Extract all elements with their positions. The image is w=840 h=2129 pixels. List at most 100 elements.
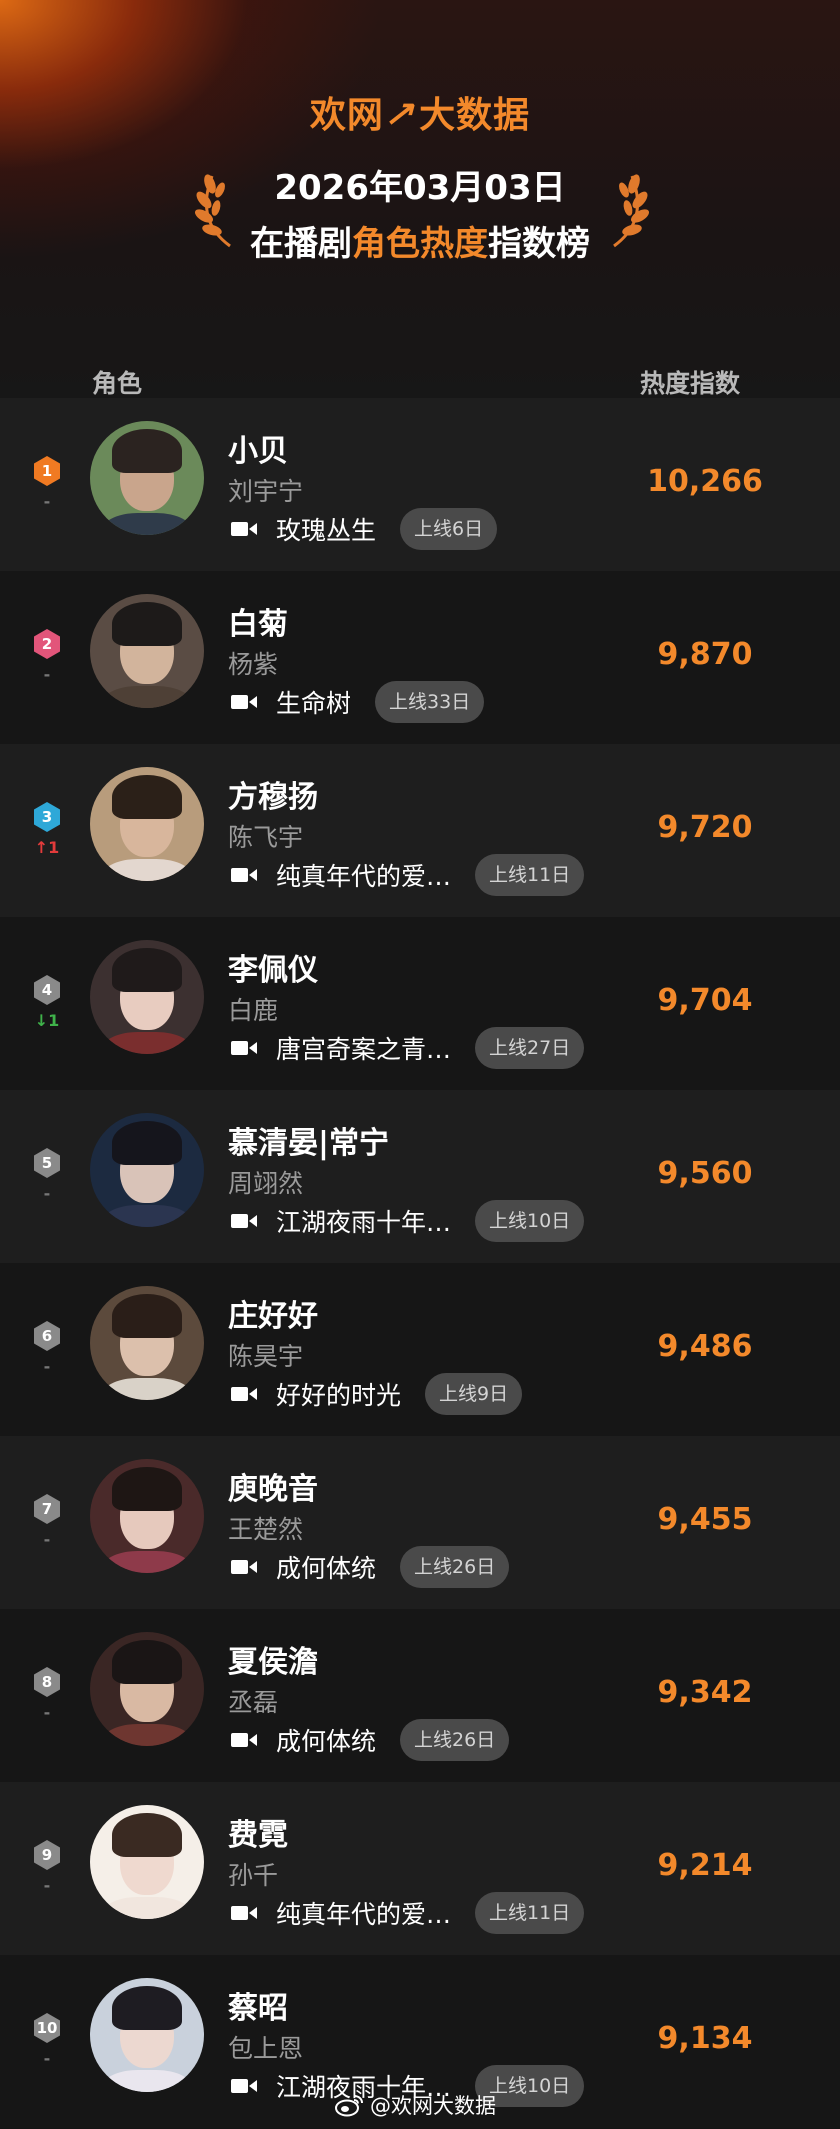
ranking-row[interactable]: 6 - 庄好好 陈昊宇 好好的时光 上线9日 9,486: [0, 1263, 840, 1436]
online-days-badge: 上线26日: [400, 1546, 510, 1588]
heat-index-score: 10,266: [647, 464, 763, 499]
brand-name: 欢网: [309, 95, 384, 136]
rank-number: 8: [41, 1673, 53, 1691]
column-header-index: 热度指数: [640, 369, 741, 398]
actor-name: 陈飞宇: [228, 823, 304, 852]
heat-index-score: 9,560: [657, 1156, 753, 1191]
ranking-row[interactable]: 8 - 夏侯澹 丞磊 成何体统 上线26日 9,342: [0, 1609, 840, 1782]
online-days-badge: 上线26日: [400, 1719, 510, 1761]
online-days-badge: 上线6日: [400, 508, 498, 550]
character-name: 费霓: [228, 1818, 288, 1853]
rank-change: -: [43, 1357, 51, 1376]
rank-number: 5: [41, 1154, 53, 1172]
drama-title: 唐宫奇案之青…: [276, 1035, 452, 1064]
rank-number: 6: [41, 1327, 53, 1345]
heat-index-score: 9,342: [657, 1675, 753, 1710]
avatar: [90, 1113, 204, 1227]
drama-info: 纯真年代的爱… 上线11日: [230, 854, 585, 896]
column-header-role: 角色: [92, 369, 143, 398]
character-name: 庾晚音: [228, 1472, 318, 1507]
avatar: [90, 1286, 204, 1400]
character-name: 方穆扬: [228, 780, 318, 815]
avatar: [90, 1632, 204, 1746]
heat-index-score: 9,720: [657, 810, 753, 845]
heat-index-score: 9,214: [657, 1848, 753, 1883]
rank-number: 10: [36, 2019, 58, 2037]
rank-change: -: [43, 1703, 51, 1722]
title-suffix: 指数榜: [488, 224, 590, 264]
ranking-row[interactable]: 3 ↑1 方穆扬 陈飞宇 纯真年代的爱… 上线11日 9,720: [0, 744, 840, 917]
ranking-row[interactable]: 1 - 小贝 刘宇宁 玫瑰丛生 上线6日 10,266: [0, 398, 840, 571]
drama-title: 纯真年代的爱…: [276, 862, 452, 891]
avatar: [90, 767, 204, 881]
character-name: 小贝: [228, 434, 288, 469]
rank-number: 4: [41, 981, 53, 999]
rank-number: 9: [41, 1846, 53, 1864]
drama-title: 玫瑰丛生: [276, 516, 377, 545]
rank-number: 3: [41, 808, 53, 826]
character-name: 慕清晏|常宁: [228, 1126, 389, 1161]
actor-name: 周翊然: [228, 1169, 304, 1198]
ranking-date: 2026年03月03日: [274, 168, 566, 208]
video-camera-icon: [231, 1387, 257, 1401]
ranking-row[interactable]: 7 - 庾晚音 王楚然 成何体统 上线26日 9,455: [0, 1436, 840, 1609]
avatar: [90, 1459, 204, 1573]
rank-change: -: [43, 1184, 51, 1203]
rank-number: 1: [41, 462, 53, 480]
drama-title: 生命树: [276, 689, 352, 718]
rank-change: -: [43, 492, 51, 511]
heat-index-score: 9,704: [657, 983, 753, 1018]
online-days-badge: 上线11日: [475, 854, 585, 896]
actor-name: 陈昊宇: [228, 1342, 304, 1371]
actor-name: 杨紫: [228, 650, 279, 679]
actor-name: 刘宇宁: [228, 477, 304, 506]
rank-number: 2: [41, 635, 53, 653]
ranking-row[interactable]: 4 ↓1 李佩仪 白鹿 唐宫奇案之青… 上线27日 9,704: [0, 917, 840, 1090]
rank-badge: 8: [32, 1666, 62, 1698]
avatar: [90, 421, 204, 535]
heat-index-score: 9,870: [657, 637, 753, 672]
heat-index-score: 9,455: [657, 1502, 753, 1537]
drama-info: 唐宫奇案之青… 上线27日: [230, 1027, 585, 1069]
online-days-badge: 上线11日: [475, 1892, 585, 1934]
drama-title: 江湖夜雨十年…: [276, 1208, 452, 1237]
character-name: 夏侯澹: [228, 1645, 318, 1680]
video-camera-icon: [231, 2079, 257, 2093]
rank-change: -: [43, 1876, 51, 1895]
drama-info: 纯真年代的爱… 上线11日: [230, 1892, 585, 1934]
avatar: [90, 1805, 204, 1919]
actor-name: 丞磊: [228, 1688, 279, 1717]
rank-badge: 9: [32, 1839, 62, 1871]
drama-info: 玫瑰丛生 上线6日: [230, 508, 498, 550]
video-camera-icon: [231, 868, 257, 882]
ranking-row[interactable]: 2 - 白菊 杨紫 生命树 上线33日 9,870: [0, 571, 840, 744]
video-camera-icon: [231, 1560, 257, 1574]
actor-name: 王楚然: [228, 1515, 304, 1544]
drama-info: 成何体统 上线26日: [230, 1719, 510, 1761]
video-camera-icon: [231, 1214, 257, 1228]
brand-suffix: 大数据: [419, 95, 531, 136]
drama-title: 成何体统: [276, 1727, 377, 1756]
rank-change: ↑1: [34, 838, 60, 857]
ranking-row[interactable]: 5 - 慕清晏|常宁 周翊然 江湖夜雨十年… 上线10日 9,560: [0, 1090, 840, 1263]
ranking-title: 在播剧角色热度指数榜: [0, 216, 840, 265]
rank-badge: 6: [32, 1320, 62, 1352]
rank-badge: 10: [32, 2012, 62, 2044]
drama-info: 江湖夜雨十年… 上线10日: [230, 1200, 585, 1242]
video-camera-icon: [231, 1041, 257, 1055]
avatar: [90, 940, 204, 1054]
drama-title: 纯真年代的爱…: [276, 1900, 452, 1929]
title-highlight: 角色热度: [352, 224, 488, 264]
video-camera-icon: [231, 1733, 257, 1747]
online-days-badge: 上线9日: [425, 1373, 523, 1415]
rank-number: 7: [41, 1500, 53, 1518]
heat-index-score: 9,134: [657, 2021, 753, 2056]
ranking-list: 1 - 小贝 刘宇宁 玫瑰丛生 上线6日 10,266 2 - 白菊 杨紫 生命…: [0, 398, 840, 2128]
video-camera-icon: [231, 1906, 257, 1920]
rank-badge: 4: [32, 974, 62, 1006]
ranking-row[interactable]: 9 - 费霓 孙千 纯真年代的爱… 上线11日 9,214: [0, 1782, 840, 1955]
page-header: 欢网↗大数据 2026年03月03日 在播剧角色热度指数榜 角色 热度指数: [0, 0, 840, 398]
drama-info: 成何体统 上线26日: [230, 1546, 510, 1588]
brand-logo: 欢网↗大数据: [0, 86, 840, 138]
character-name: 蔡昭: [228, 1991, 288, 2026]
